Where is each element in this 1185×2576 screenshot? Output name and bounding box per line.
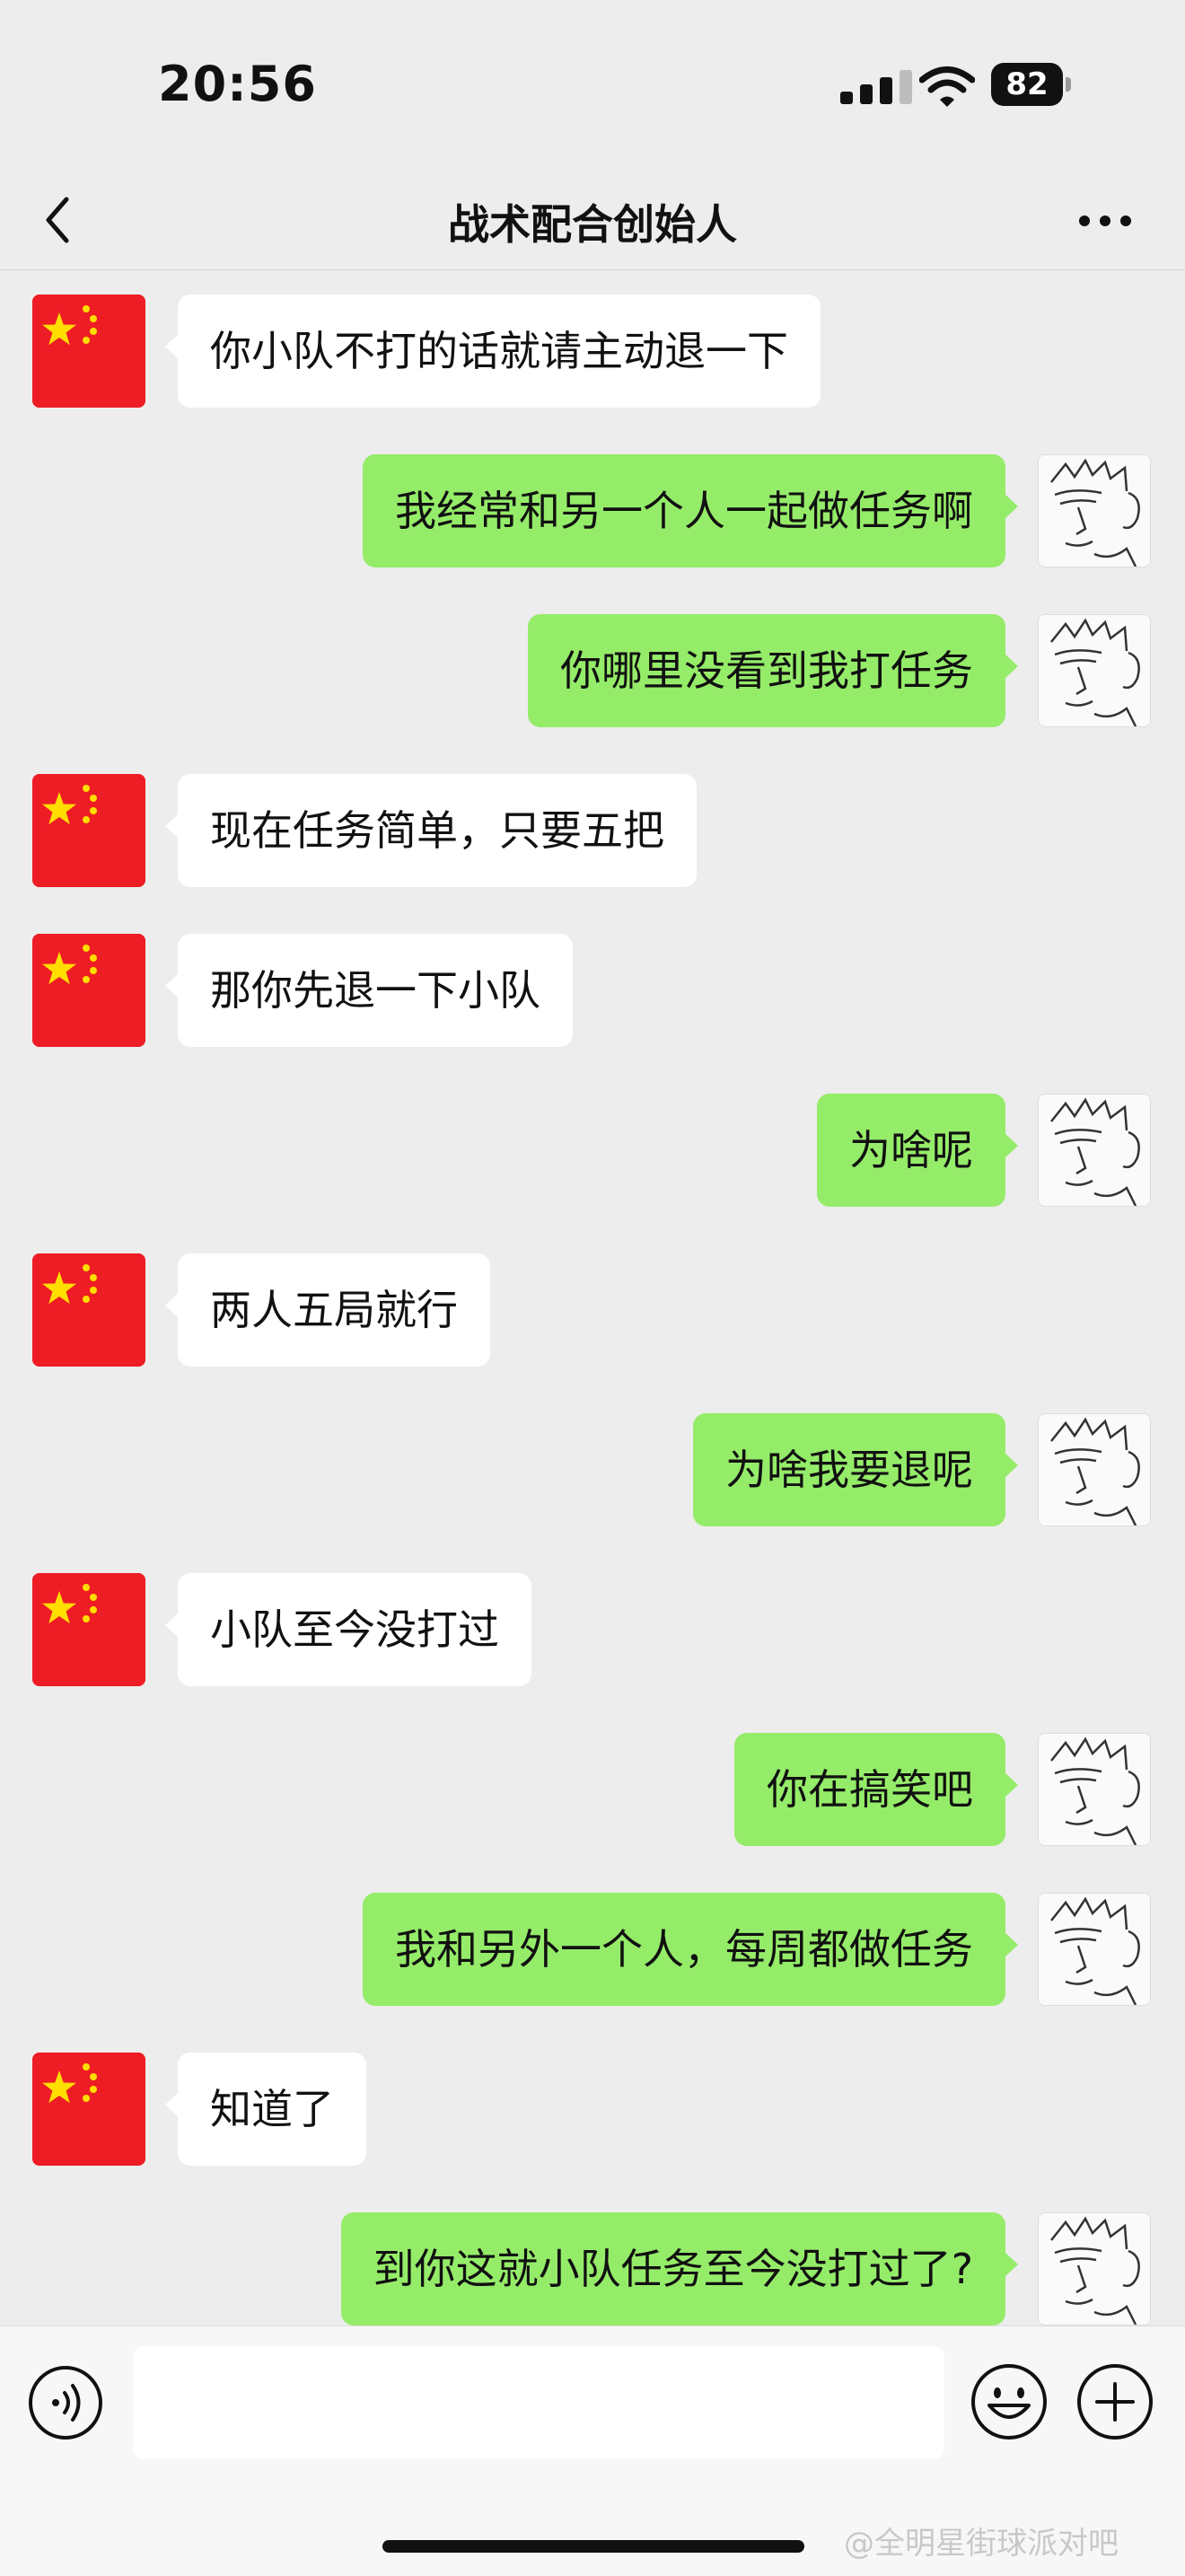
home-indicator — [382, 2540, 804, 2553]
contact-avatar[interactable] — [32, 934, 145, 1047]
my-avatar[interactable] — [1038, 1733, 1151, 1846]
sketch-face-icon — [1039, 615, 1150, 726]
message-row: 为啥呢 — [0, 1094, 1185, 1207]
my-avatar[interactable] — [1038, 614, 1151, 727]
outgoing-message-bubble[interactable]: 为啥呢 — [817, 1094, 1018, 1207]
sketch-face-icon — [1039, 1414, 1150, 1525]
my-avatar[interactable] — [1038, 454, 1151, 567]
cellular-signal-icon — [840, 70, 912, 104]
incoming-message-bubble[interactable]: 两人五局就行 — [165, 1253, 490, 1367]
message-row: 你在搞笑吧 — [0, 1733, 1185, 1846]
outgoing-message-bubble[interactable]: 你在搞笑吧 — [734, 1733, 1018, 1846]
incoming-message-bubble[interactable]: 知道了 — [165, 2053, 366, 2166]
contact-avatar[interactable] — [32, 1253, 145, 1367]
china-flag-icon — [32, 1573, 145, 1686]
status-bar: 20:56 82 — [0, 0, 1185, 171]
battery-icon: 82 — [991, 63, 1072, 108]
plus-icon[interactable] — [1075, 2362, 1154, 2441]
more-dots-icon[interactable] — [1074, 194, 1137, 248]
sketch-face-icon — [1039, 1894, 1150, 2005]
contact-avatar[interactable] — [32, 1573, 145, 1686]
china-flag-icon — [32, 2053, 145, 2166]
incoming-message-bubble[interactable]: 小队至今没打过 — [165, 1573, 531, 1686]
outgoing-message-bubble[interactable]: 我和另外一个人，每周都做任务 — [363, 1893, 1018, 2006]
sketch-face-icon — [1039, 1095, 1150, 1206]
message-row: 知道了 — [0, 2053, 1185, 2166]
message-input[interactable] — [133, 2346, 944, 2459]
contact-avatar[interactable] — [32, 2053, 145, 2166]
input-bar: @全明星街球派对吧 — [0, 2325, 1185, 2576]
sketch-face-icon — [1039, 455, 1150, 567]
message-row: 到你这就小队任务至今没打过了? — [0, 2212, 1185, 2325]
message-row: 你哪里没看到我打任务 — [0, 614, 1185, 727]
sketch-face-icon — [1039, 1734, 1150, 1845]
china-flag-icon — [32, 1253, 145, 1367]
china-flag-icon — [32, 295, 145, 408]
status-time: 20:56 — [158, 56, 317, 112]
my-avatar[interactable] — [1038, 2212, 1151, 2325]
contact-avatar[interactable] — [32, 774, 145, 887]
chat-title: 战术配合创始人 — [448, 200, 737, 249]
message-row: 两人五局就行 — [0, 1253, 1185, 1367]
message-row: 那你先退一下小队 — [0, 934, 1185, 1047]
wifi-icon — [919, 66, 975, 107]
my-avatar[interactable] — [1038, 1413, 1151, 1526]
chat-header: 战术配合创始人 — [0, 171, 1185, 270]
outgoing-message-bubble[interactable]: 为啥我要退呢 — [693, 1413, 1018, 1526]
message-row: 你小队不打的话就请主动退一下 — [0, 295, 1185, 408]
message-row: 我经常和另一个人一起做任务啊 — [0, 454, 1185, 567]
outgoing-message-bubble[interactable]: 你哪里没看到我打任务 — [528, 614, 1018, 727]
incoming-message-bubble[interactable]: 你小队不打的话就请主动退一下 — [165, 295, 821, 408]
message-row: 现在任务简单，只要五把 — [0, 774, 1185, 887]
message-list[interactable]: 你小队不打的话就请主动退一下我经常和另一个人一起做任务啊你哪里没看到我打任务现在… — [0, 271, 1185, 2325]
china-flag-icon — [32, 934, 145, 1047]
message-row: 为啥我要退呢 — [0, 1413, 1185, 1526]
incoming-message-bubble[interactable]: 现在任务简单，只要五把 — [165, 774, 697, 887]
china-flag-icon — [32, 774, 145, 887]
message-row: 小队至今没打过 — [0, 1573, 1185, 1686]
outgoing-message-bubble[interactable]: 我经常和另一个人一起做任务啊 — [363, 454, 1018, 567]
my-avatar[interactable] — [1038, 1893, 1151, 2006]
battery-level: 82 — [991, 63, 1063, 106]
voice-icon[interactable] — [27, 2364, 104, 2441]
message-row: 我和另外一个人，每周都做任务 — [0, 1893, 1185, 2006]
watermark: @全明星街球派对吧 — [844, 2526, 1119, 2562]
outgoing-message-bubble[interactable]: 到你这就小队任务至今没打过了? — [340, 2212, 1019, 2325]
sketch-face-icon — [1039, 2213, 1150, 2325]
contact-avatar[interactable] — [32, 295, 145, 408]
battery-tip — [1066, 77, 1071, 92]
emoji-icon[interactable] — [970, 2362, 1049, 2441]
incoming-message-bubble[interactable]: 那你先退一下小队 — [165, 934, 573, 1047]
my-avatar[interactable] — [1038, 1094, 1151, 1207]
